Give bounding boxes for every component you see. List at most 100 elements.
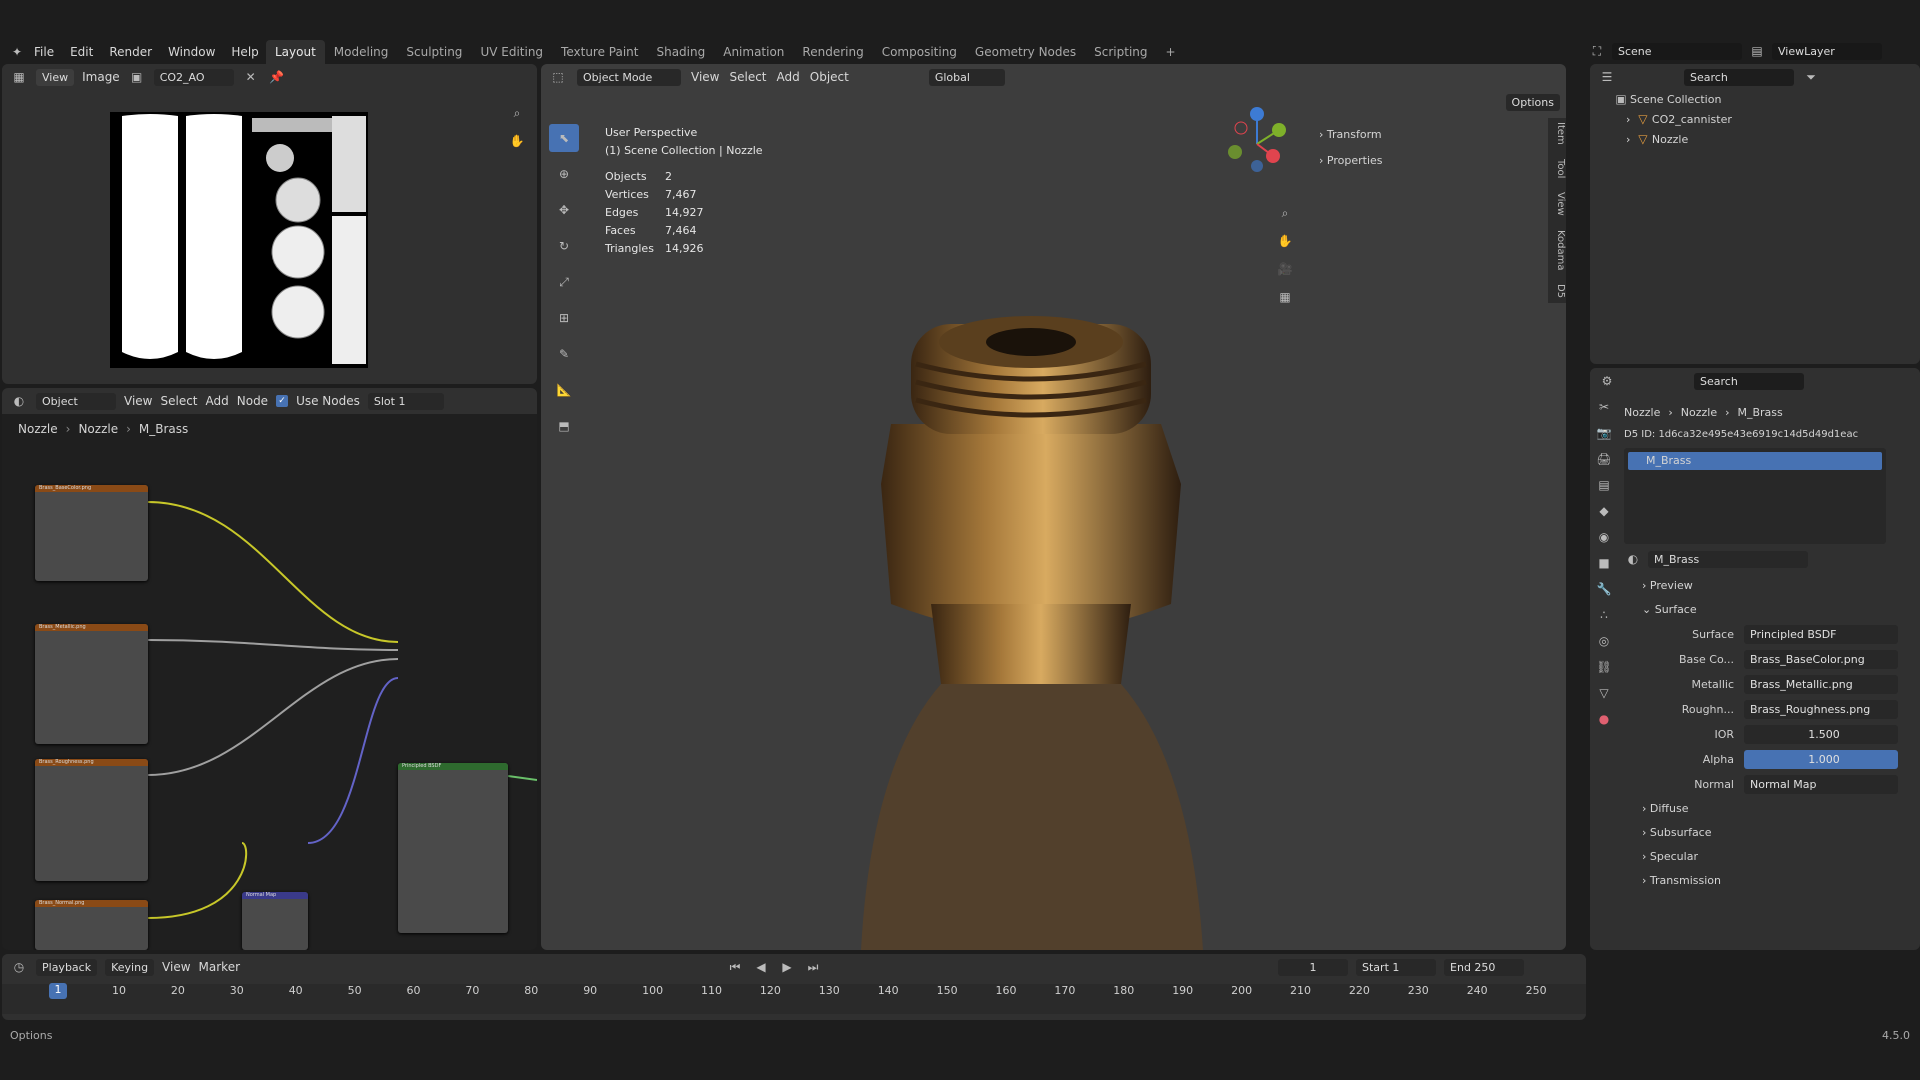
playhead[interactable]: 1 — [49, 983, 67, 999]
viewport-type-icon[interactable]: ⬚ — [549, 68, 567, 86]
prop-value[interactable]: Brass_Roughness.png — [1744, 700, 1898, 719]
data-tab-icon[interactable]: ▽ — [1595, 684, 1613, 702]
tab-layout[interactable]: Layout — [266, 40, 325, 64]
start-frame-field[interactable]: Start 1 — [1356, 958, 1437, 976]
node-normal-texture[interactable]: Brass_Normal.png — [35, 900, 148, 950]
outliner-item[interactable]: › ▽ CO2_cannister — [1612, 110, 1920, 130]
tab-item[interactable]: Item — [1548, 118, 1566, 149]
prop-value[interactable]: Brass_Metallic.png — [1744, 675, 1898, 694]
scene-tab-icon[interactable]: ◆ — [1595, 502, 1613, 520]
prop-value[interactable]: Normal Map — [1744, 775, 1898, 794]
menu-edit[interactable]: Edit — [70, 45, 93, 59]
nozzle-model[interactable] — [791, 304, 1291, 950]
material-slot[interactable]: M_Brass — [1628, 452, 1882, 470]
tab-compositing[interactable]: Compositing — [873, 40, 966, 64]
blender-logo-icon[interactable]: ✦ — [8, 43, 26, 61]
image-name-field[interactable]: CO2_AO — [153, 68, 234, 86]
object-mode-dropdown[interactable]: Object Mode — [577, 68, 681, 86]
timeline-view-menu[interactable]: View — [162, 960, 190, 974]
pan-hand-icon[interactable]: ✋ — [508, 132, 526, 150]
end-frame-field[interactable]: End 250 — [1444, 958, 1525, 976]
menu-window[interactable]: Window — [168, 45, 215, 59]
tab-modeling[interactable]: Modeling — [325, 40, 398, 64]
view-layer-selector[interactable]: ViewLayer — [1772, 42, 1882, 60]
tab-scripting[interactable]: Scripting — [1085, 40, 1156, 64]
constraints-tab-icon[interactable]: ⛓ — [1595, 658, 1613, 676]
play-reverse-icon[interactable]: ◀ — [752, 958, 770, 976]
timeline-type-icon[interactable]: ◷ — [10, 958, 28, 976]
move-icon[interactable]: ✥ — [549, 196, 579, 224]
orientation-dropdown[interactable]: Global — [928, 68, 1005, 86]
node-metallic[interactable]: Brass_Metallic.png — [35, 624, 148, 744]
measure-icon[interactable]: 📐 — [549, 376, 579, 404]
menu-help[interactable]: Help — [231, 45, 258, 59]
node-normal-map[interactable]: Normal Map — [242, 892, 308, 950]
world-tab-icon[interactable]: ◉ — [1595, 528, 1613, 546]
camera-icon[interactable]: 🎥 — [1276, 260, 1294, 278]
add-cube-icon[interactable]: ⬒ — [549, 412, 579, 440]
pan-hand-icon[interactable]: ✋ — [1276, 232, 1294, 250]
properties-type-icon[interactable]: ⚙ — [1598, 372, 1616, 390]
scene-selector[interactable]: Scene — [1612, 42, 1742, 60]
material-name-field[interactable]: M_Brass — [1648, 550, 1808, 568]
outliner-type-icon[interactable]: ☰ — [1598, 68, 1616, 86]
options-button[interactable]: Options — [1505, 94, 1560, 111]
material-tab-icon[interactable]: ● — [1595, 710, 1613, 728]
close-icon[interactable]: ✕ — [242, 68, 260, 86]
subsection[interactable]: › Specular — [1624, 845, 1920, 869]
alpha-field[interactable]: 1.000 — [1744, 750, 1898, 769]
image-menu[interactable]: Image — [82, 70, 120, 84]
zoom-icon[interactable]: ⌕ — [1276, 204, 1294, 222]
properties-panel[interactable]: › Properties — [1319, 148, 1383, 174]
object-tab-icon[interactable]: ■ — [1595, 554, 1613, 572]
subsection[interactable]: › Subsurface — [1624, 821, 1920, 845]
playback-menu[interactable]: Playback — [36, 958, 98, 976]
frame-ruler[interactable]: 1102030405060708090100110120130140150160… — [2, 984, 1586, 1014]
jump-end-icon[interactable]: ⏭ — [804, 958, 822, 976]
particles-tab-icon[interactable]: ∴ — [1595, 606, 1613, 624]
tab-sculpting[interactable]: Sculpting — [397, 40, 471, 64]
play-icon[interactable]: ▶ — [778, 958, 796, 976]
image-browse-icon[interactable]: ▣ — [128, 68, 146, 86]
tab-texture-paint[interactable]: Texture Paint — [552, 40, 647, 64]
jump-start-icon[interactable]: ⏮ — [726, 958, 744, 976]
output-tab-icon[interactable]: 🖨 — [1595, 450, 1613, 468]
render-tab-icon[interactable]: 📷 — [1595, 424, 1613, 442]
transform-panel[interactable]: › Transform — [1319, 122, 1383, 148]
physics-tab-icon[interactable]: ◎ — [1595, 632, 1613, 650]
status-options[interactable]: Options — [10, 1029, 52, 1042]
add-workspace-icon[interactable]: + — [1157, 40, 1185, 64]
cursor-icon[interactable]: ⊕ — [549, 160, 579, 188]
select-box-icon[interactable]: ⬉ — [549, 124, 579, 152]
node-roughness[interactable]: Brass_Roughness.png — [35, 759, 148, 881]
prop-value[interactable]: Principled BSDF — [1744, 625, 1898, 644]
tab-shading[interactable]: Shading — [647, 40, 714, 64]
properties-search[interactable]: Search — [1694, 372, 1804, 390]
tab-rendering[interactable]: Rendering — [793, 40, 872, 64]
viewport-select-menu[interactable]: Select — [729, 70, 766, 84]
surface-section[interactable]: ⌄ Surface — [1624, 598, 1920, 622]
rotate-icon[interactable]: ↻ — [549, 232, 579, 260]
outliner-item[interactable]: › ▽ Nozzle — [1612, 130, 1920, 150]
tab-d5[interactable]: D5 — [1548, 280, 1566, 302]
prop-value[interactable]: Brass_BaseColor.png — [1744, 650, 1898, 669]
scale-icon[interactable]: ⤢ — [549, 268, 579, 296]
pin-icon[interactable]: 📌 — [268, 68, 286, 86]
tab-uv-editing[interactable]: UV Editing — [471, 40, 552, 64]
subsection[interactable]: › Diffuse — [1624, 797, 1920, 821]
tab-view[interactable]: View — [1548, 188, 1566, 220]
grid-icon[interactable]: ▦ — [1276, 288, 1294, 306]
transform-icon[interactable]: ⊞ — [549, 304, 579, 332]
material-slot-list[interactable]: M_Brass — [1624, 448, 1886, 544]
zoom-icon[interactable]: ⌕ — [508, 104, 526, 122]
modifier-tab-icon[interactable]: 🔧 — [1595, 580, 1613, 598]
navigation-gizmo[interactable] — [1217, 104, 1297, 184]
node-principled-bsdf[interactable]: Principled BSDF — [398, 763, 508, 933]
outliner-search[interactable]: Search — [1684, 68, 1794, 86]
keying-menu[interactable]: Keying — [105, 958, 155, 976]
tab-geometry-nodes[interactable]: Geometry Nodes — [966, 40, 1085, 64]
tool-tab-icon[interactable]: ✂ — [1595, 398, 1613, 416]
view-layer-tab-icon[interactable]: ▤ — [1595, 476, 1613, 494]
annotate-icon[interactable]: ✎ — [549, 340, 579, 368]
menu-file[interactable]: File — [34, 45, 54, 59]
